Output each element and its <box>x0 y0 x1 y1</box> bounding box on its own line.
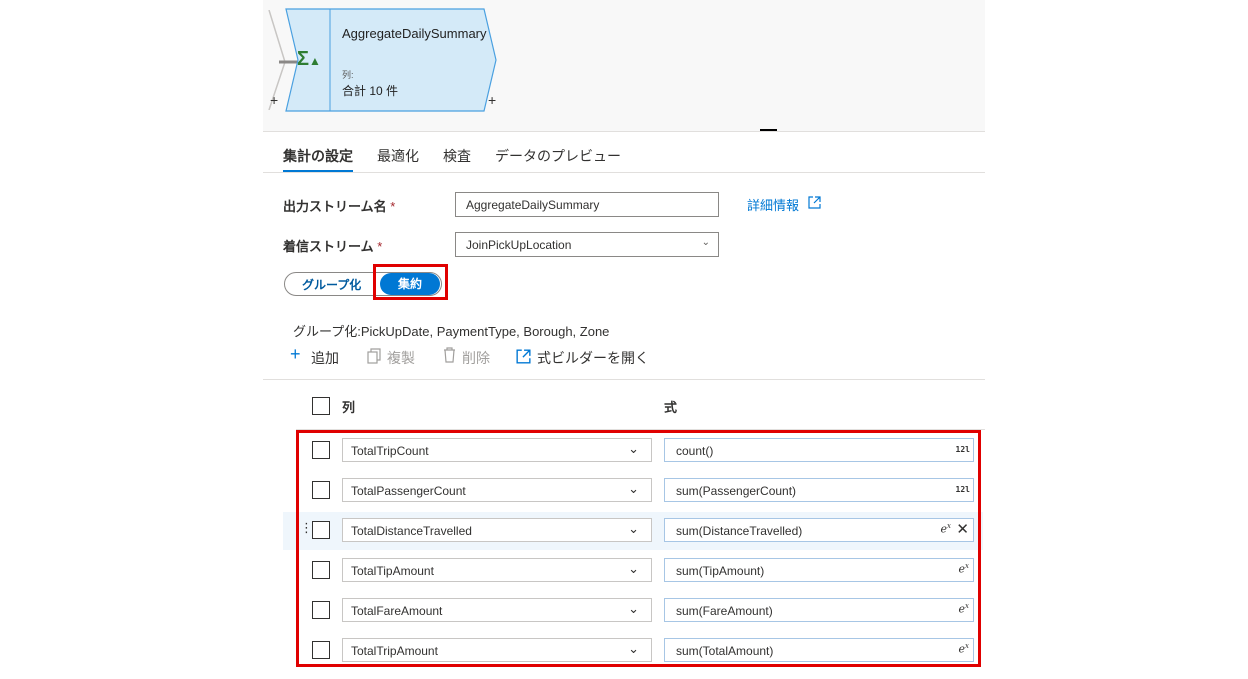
select-all-checkbox[interactable] <box>312 397 330 415</box>
tab-optimize[interactable]: 最適化 <box>377 146 419 166</box>
add-before-icon[interactable]: + <box>270 92 278 108</box>
tab-inspect[interactable]: 検査 <box>443 146 471 166</box>
table-top-divider <box>263 379 985 380</box>
add-icon[interactable]: + <box>290 344 301 365</box>
node-title: AggregateDailySummary <box>342 26 487 41</box>
external-link-icon[interactable] <box>808 196 821 209</box>
clone-icon <box>367 348 381 364</box>
delete-icon <box>444 347 455 363</box>
incoming-stream-value: JoinPickUpLocation <box>466 238 572 252</box>
open-builder-icon <box>516 349 531 364</box>
expression-header: 式 <box>664 400 678 415</box>
tabs-divider <box>263 172 985 173</box>
node-columns-label: 列: <box>342 70 354 80</box>
toggle-group-by[interactable]: グループ化 <box>302 276 361 293</box>
clone-button[interactable]: 複製 <box>387 348 415 368</box>
add-after-icon[interactable]: + <box>488 92 496 108</box>
tab-data-preview[interactable]: データのプレビュー <box>495 146 621 166</box>
node-columns-count: 合計 10 件 <box>342 84 399 98</box>
delete-button[interactable]: 削除 <box>462 348 490 368</box>
highlight-box-toggle <box>373 264 448 300</box>
chevron-down-icon: ⌄ <box>701 237 710 248</box>
incoming-stream-label: 着信ストリーム * <box>283 239 383 254</box>
highlight-box-rows <box>296 430 981 667</box>
aggregate-icon: Σ▲ <box>297 48 321 70</box>
output-stream-label: 出力ストリーム名 * <box>283 199 396 214</box>
add-button[interactable]: 追加 <box>311 348 339 368</box>
incoming-stream-select[interactable]: JoinPickUpLocation ⌄ <box>455 232 719 257</box>
output-stream-input[interactable]: AggregateDailySummary <box>455 192 719 217</box>
canvas-divider <box>263 131 985 132</box>
column-header: 列 <box>342 400 356 415</box>
open-expression-builder-button[interactable]: 式ビルダーを開く <box>537 348 649 368</box>
learn-more-link[interactable]: 詳細情報 <box>747 195 799 214</box>
group-by-summary: グループ化:PickUpDate, PaymentType, Borough, … <box>293 324 610 339</box>
tab-aggregate-settings[interactable]: 集計の設定 <box>283 146 353 166</box>
